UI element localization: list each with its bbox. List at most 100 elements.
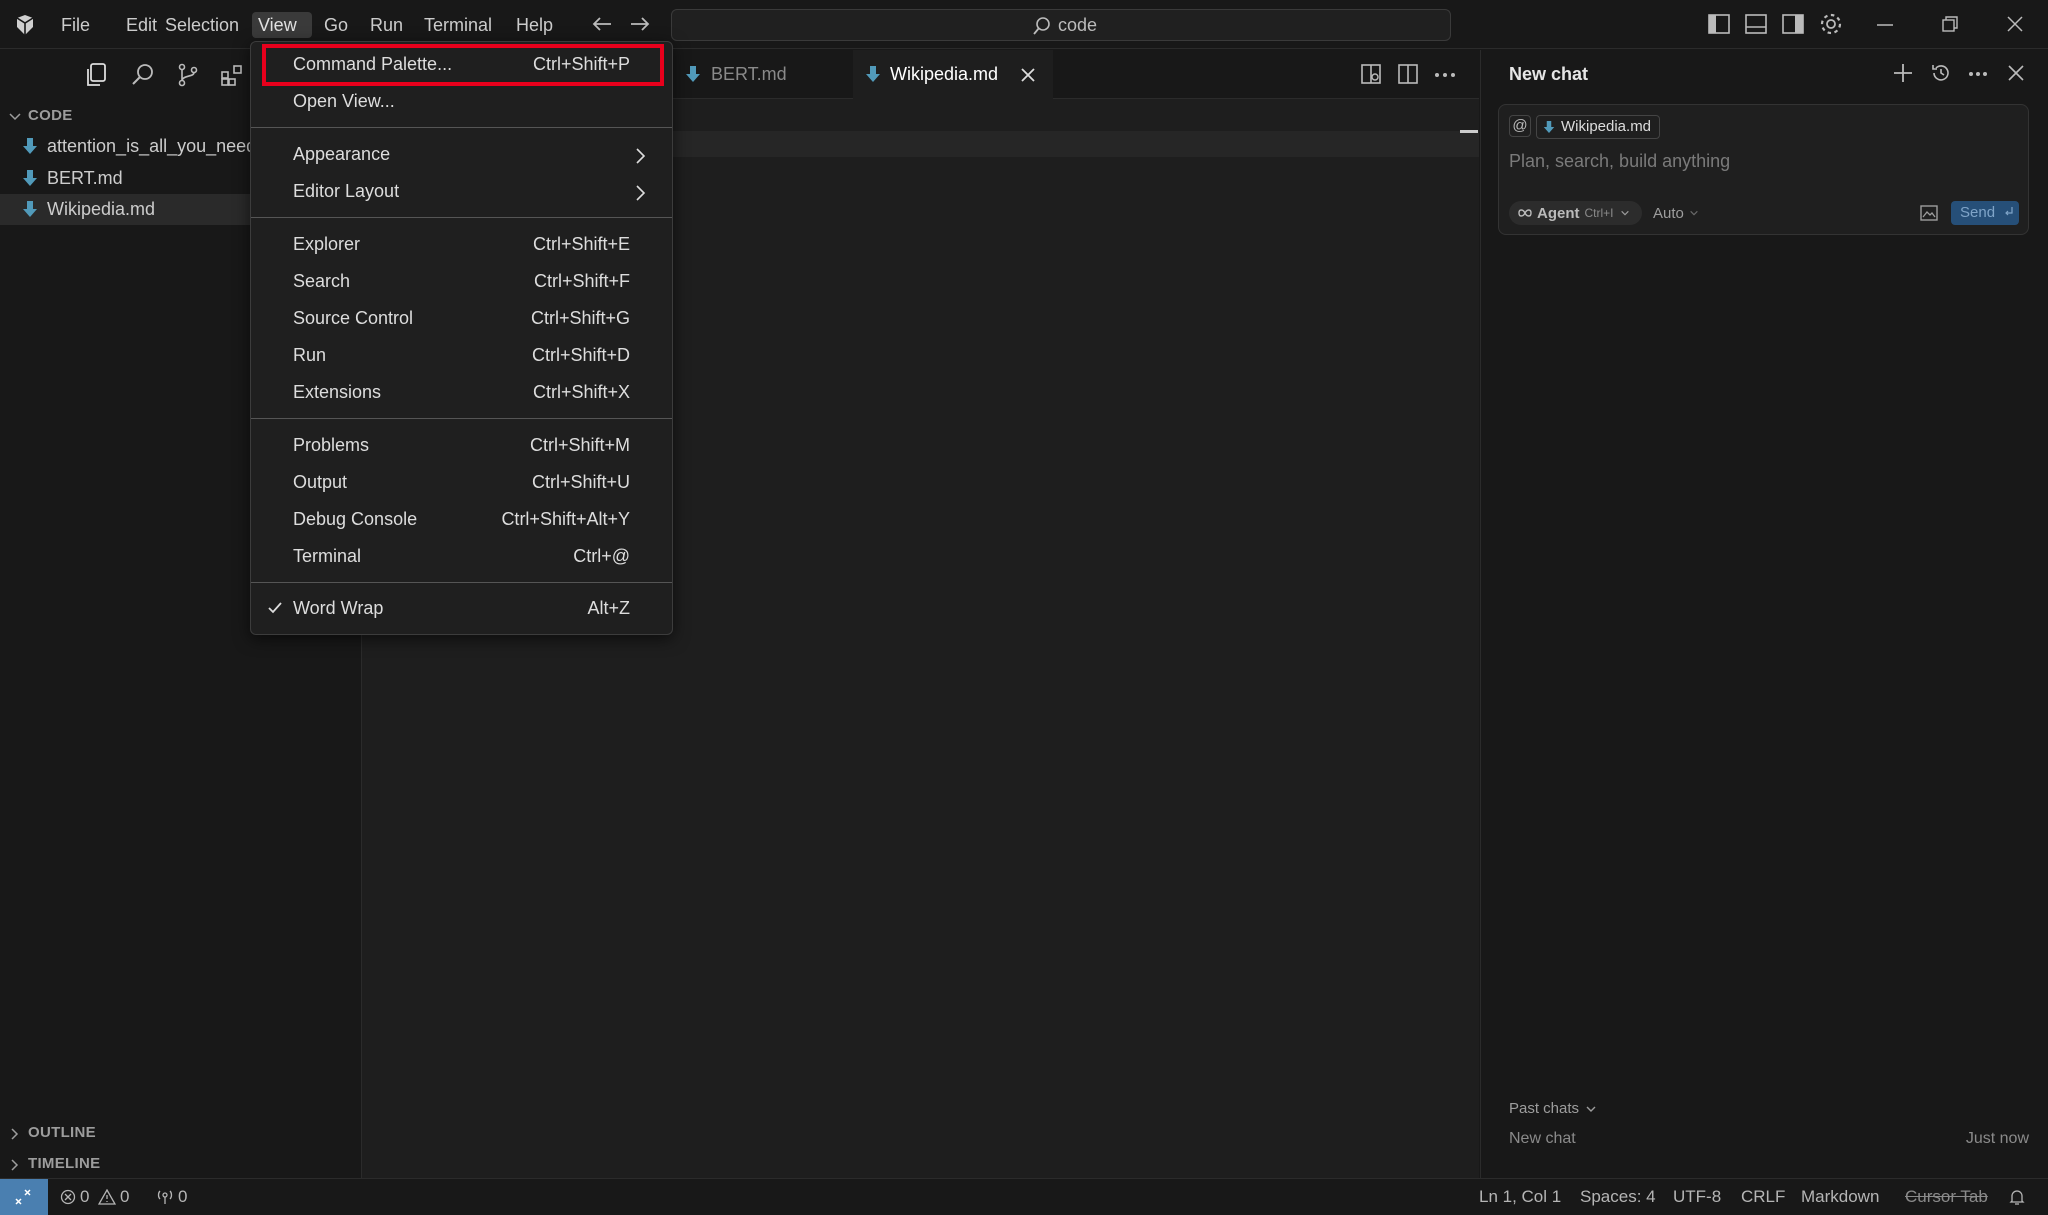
chat-input-box[interactable]: @ Wikipedia.md Plan, search, build anyth… xyxy=(1498,104,2029,235)
agent-shortcut: Ctrl+I xyxy=(1584,206,1614,220)
warning-icon[interactable] xyxy=(98,1189,116,1205)
chevron-right-icon[interactable] xyxy=(8,1158,22,1172)
menu-item-explorer[interactable]: Explorer Ctrl+Shift+E xyxy=(251,227,672,264)
settings-gear-icon[interactable] xyxy=(1818,11,1844,37)
menu-item-shortcut: Ctrl+Shift+D xyxy=(531,345,630,365)
file-item-wikipedia[interactable]: Wikipedia.md xyxy=(0,194,250,225)
source-control-icon[interactable] xyxy=(176,63,200,87)
menu-help[interactable]: Help xyxy=(510,12,559,38)
tab-wikipedia[interactable]: Wikipedia.md xyxy=(853,50,1053,100)
menu-item-output[interactable]: Output Ctrl+Shift+U xyxy=(251,465,672,502)
search-view-icon[interactable] xyxy=(131,63,155,87)
chat-more-icon[interactable] xyxy=(1968,71,1988,77)
minimize-window-icon[interactable] xyxy=(1876,23,1894,27)
file-item-bert[interactable]: BERT.md xyxy=(0,163,250,194)
error-icon[interactable] xyxy=(60,1189,76,1205)
agent-mode-selector[interactable]: Agent Ctrl+I xyxy=(1509,201,1642,225)
back-arrow-icon[interactable] xyxy=(591,14,613,34)
chevron-down-icon xyxy=(1620,208,1630,218)
close-tab-icon[interactable] xyxy=(1020,67,1036,83)
command-center-search[interactable]: code xyxy=(671,9,1451,41)
menu-item-shortcut: Ctrl+@ xyxy=(573,546,630,566)
menu-item-search[interactable]: Search Ctrl+Shift+F xyxy=(251,264,672,301)
menu-item-open-view[interactable]: Open View... xyxy=(251,84,672,121)
menu-item-problems[interactable]: Problems Ctrl+Shift+M xyxy=(251,428,672,465)
model-selector[interactable]: Auto xyxy=(1653,201,1699,225)
indentation[interactable]: Spaces: 4 xyxy=(1580,1187,1656,1207)
menu-selection[interactable]: Selection xyxy=(159,12,245,38)
past-chat-item[interactable]: New chat Just now xyxy=(1509,1128,2029,1154)
add-context-button[interactable]: @ xyxy=(1509,115,1531,137)
restore-window-icon[interactable] xyxy=(1941,15,1959,33)
menu-item-debug-console[interactable]: Debug Console Ctrl+Shift+Alt+Y xyxy=(251,502,672,539)
new-chat-plus-icon[interactable] xyxy=(1892,62,1914,84)
tab-label: BERT.md xyxy=(711,64,787,84)
menu-item-run[interactable]: Run Ctrl+Shift+D xyxy=(251,338,672,375)
cursor-tab-status[interactable]: Cursor Tab xyxy=(1905,1187,1988,1207)
explorer-section-title[interactable]: CODE xyxy=(28,107,73,124)
send-button[interactable]: Send xyxy=(1951,201,2019,225)
ports-count[interactable]: 0 xyxy=(178,1187,187,1207)
context-chip[interactable]: Wikipedia.md xyxy=(1536,115,1661,139)
menu-item-appearance[interactable]: Appearance xyxy=(251,137,672,174)
menu-item-extensions[interactable]: Extensions Ctrl+Shift+X xyxy=(251,375,672,412)
close-window-icon[interactable] xyxy=(2006,15,2024,33)
open-preview-icon[interactable] xyxy=(1360,63,1382,85)
chevron-right-icon[interactable] xyxy=(8,1127,22,1141)
menu-go[interactable]: Go xyxy=(318,12,354,38)
app-logo-icon xyxy=(13,13,37,37)
menu-file[interactable]: File xyxy=(55,12,96,38)
encoding[interactable]: UTF-8 xyxy=(1673,1187,1721,1207)
send-label: Send xyxy=(1960,204,1996,221)
menu-item-label: Problems xyxy=(293,435,370,455)
menu-item-shortcut: Ctrl+Shift+U xyxy=(531,472,630,492)
notifications-bell-icon[interactable] xyxy=(2008,1188,2026,1206)
remote-indicator[interactable] xyxy=(0,1179,48,1215)
split-editor-icon[interactable] xyxy=(1397,63,1419,85)
language-mode[interactable]: Markdown xyxy=(1801,1187,1879,1207)
ports-icon[interactable] xyxy=(156,1189,174,1205)
toggle-primary-sidebar-icon[interactable] xyxy=(1707,13,1731,35)
tab-bert[interactable]: BERT.md xyxy=(672,50,852,99)
end-of-line[interactable]: CRLF xyxy=(1741,1187,1785,1207)
markdown-file-icon xyxy=(22,200,38,218)
menu-edit[interactable]: Edit xyxy=(120,12,163,38)
cursor-position[interactable]: Ln 1, Col 1 xyxy=(1479,1187,1561,1207)
timeline-section-title[interactable]: TIMELINE xyxy=(28,1155,100,1172)
chevron-down-icon xyxy=(1585,1103,1597,1115)
menu-terminal[interactable]: Terminal xyxy=(418,12,498,38)
infinity-icon xyxy=(1517,206,1533,220)
past-chats-label: Past chats xyxy=(1509,1100,1580,1117)
chat-placeholder[interactable]: Plan, search, build anything xyxy=(1509,151,1730,172)
outline-section-title[interactable]: OUTLINE xyxy=(28,1124,96,1141)
menu-item-label: Open View... xyxy=(293,91,395,111)
chat-history-icon[interactable] xyxy=(1930,62,1952,84)
more-actions-icon[interactable] xyxy=(1434,72,1456,78)
close-chat-icon[interactable] xyxy=(2007,64,2025,82)
file-item-attention[interactable]: attention_is_all_you_need.md xyxy=(0,131,286,162)
attach-image-icon[interactable] xyxy=(1920,205,1938,221)
menu-item-shortcut: Ctrl+Shift+G xyxy=(530,308,630,328)
extensions-icon[interactable] xyxy=(220,63,244,87)
menu-item-shortcut: Ctrl+Shift+F xyxy=(533,271,630,291)
toggle-secondary-sidebar-icon[interactable] xyxy=(1781,13,1805,35)
toggle-panel-icon[interactable] xyxy=(1744,13,1768,35)
explorer-icon[interactable] xyxy=(84,62,108,88)
menu-item-label: Source Control xyxy=(293,308,414,328)
warning-count[interactable]: 0 xyxy=(120,1187,129,1207)
past-chats-header[interactable]: Past chats xyxy=(1509,1100,1597,1117)
chevron-down-icon[interactable] xyxy=(8,110,22,124)
markdown-file-icon xyxy=(865,65,881,83)
menu-separator xyxy=(251,127,672,128)
error-count[interactable]: 0 xyxy=(80,1187,89,1207)
menu-item-word-wrap[interactable]: Word Wrap Alt+Z xyxy=(251,591,672,628)
forward-arrow-icon[interactable] xyxy=(629,14,651,34)
menu-item-terminal[interactable]: Terminal Ctrl+@ xyxy=(251,539,672,576)
enter-icon xyxy=(2004,206,2014,218)
menu-run[interactable]: Run xyxy=(364,12,409,38)
menu-item-label: Terminal xyxy=(293,546,362,566)
menu-item-editor-layout[interactable]: Editor Layout xyxy=(251,174,672,211)
menu-item-source-control[interactable]: Source Control Ctrl+Shift+G xyxy=(251,301,672,338)
menu-item-shortcut: Ctrl+Shift+Alt+Y xyxy=(501,509,630,529)
menu-view[interactable]: View xyxy=(252,12,312,38)
